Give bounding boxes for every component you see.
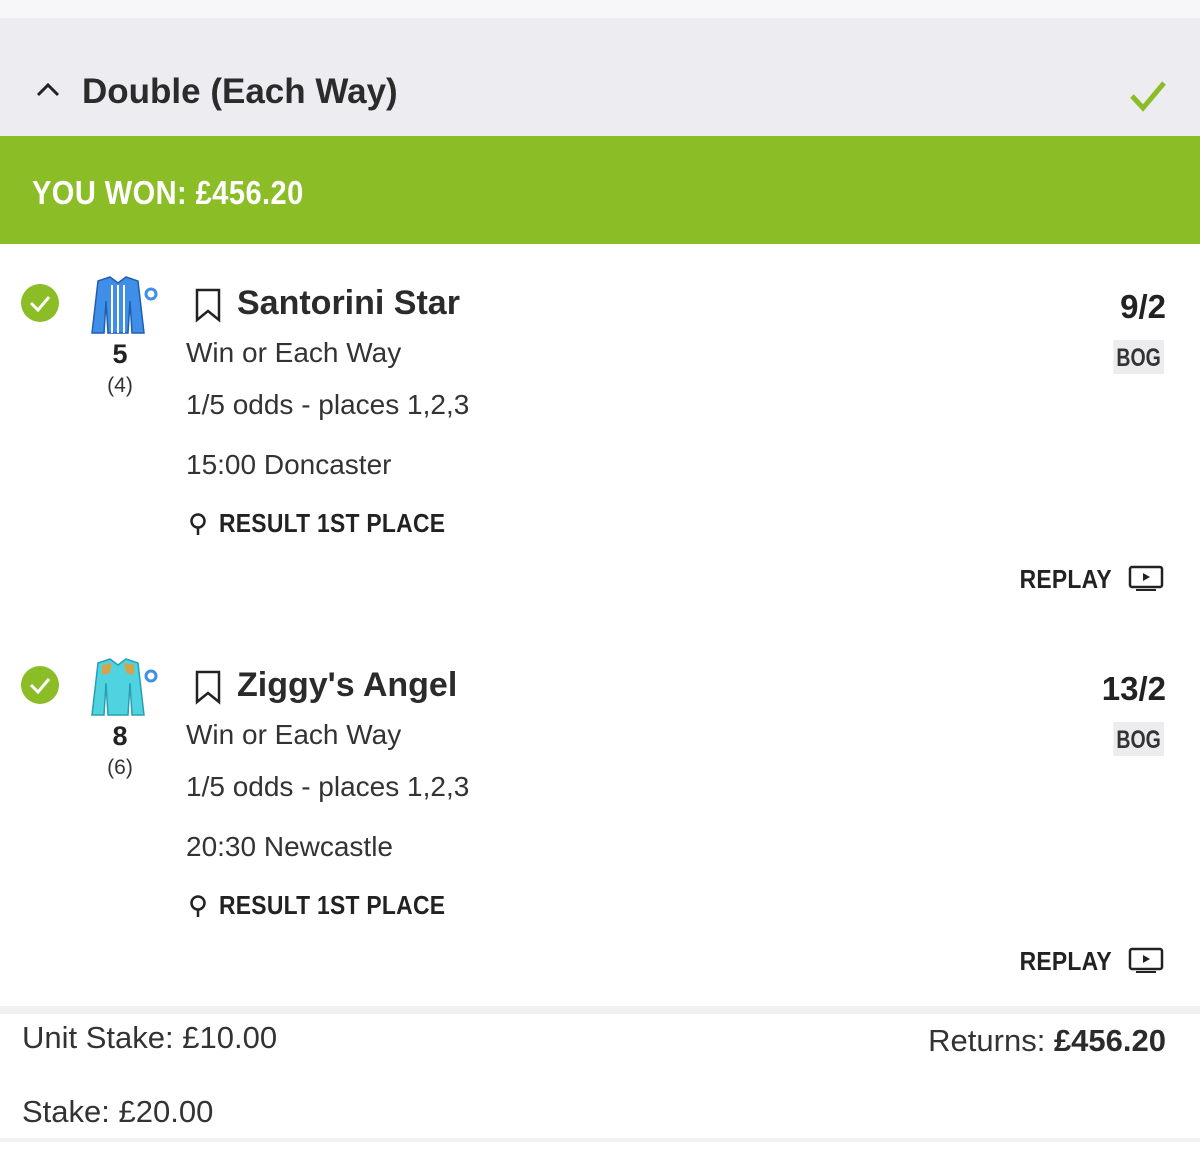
race-time-venue[interactable]: 15:00 Doncaster bbox=[186, 449, 391, 481]
location-pin-icon bbox=[190, 895, 206, 917]
top-strip bbox=[0, 0, 1200, 18]
bet-header[interactable]: Double (Each Way) bbox=[0, 18, 1200, 136]
total-stake: Stake: £20.00 bbox=[22, 1094, 214, 1129]
unit-stake: Unit Stake: £10.00 bbox=[22, 1020, 278, 1055]
check-circle-icon bbox=[21, 666, 59, 704]
result-status: RESULT 1ST PLACE bbox=[219, 508, 446, 538]
selection-1: 5 (4) Santorini Star Win or Each Way 1/5… bbox=[0, 244, 1200, 626]
video-replay-icon[interactable] bbox=[1128, 564, 1164, 592]
race-time-venue[interactable]: 20:30 Newcastle bbox=[186, 831, 393, 863]
chevron-up-icon[interactable] bbox=[34, 80, 62, 100]
returns-label: Returns: bbox=[928, 1023, 1054, 1058]
video-replay-icon[interactable] bbox=[1128, 946, 1164, 974]
bookmark-icon[interactable] bbox=[194, 669, 222, 705]
runner-name[interactable]: Ziggy's Angel bbox=[237, 666, 457, 705]
bet-type-title: Double (Each Way) bbox=[82, 72, 398, 111]
runner-name[interactable]: Santorini Star bbox=[237, 284, 460, 323]
jockey-silk-icon bbox=[91, 658, 158, 716]
bookmark-icon[interactable] bbox=[194, 287, 222, 323]
runner-draw: (4) bbox=[107, 374, 133, 397]
each-way-terms: 1/5 odds - places 1,2,3 bbox=[186, 771, 470, 802]
location-pin-icon bbox=[190, 513, 206, 535]
odds-price: 13/2 bbox=[1101, 670, 1166, 707]
result-status: RESULT 1ST PLACE bbox=[219, 890, 446, 920]
market-type: Win or Each Way bbox=[186, 337, 402, 368]
market-type: Win or Each Way bbox=[186, 719, 402, 750]
each-way-terms: 1/5 odds - places 1,2,3 bbox=[186, 389, 470, 420]
bog-badge: BOG bbox=[1113, 340, 1164, 374]
selection-2: 8 (6) Ziggy's Angel Win or Each Way 1/5 … bbox=[0, 626, 1200, 1008]
returns-value: £456.20 bbox=[1053, 1023, 1166, 1058]
divider bbox=[0, 1138, 1200, 1142]
runner-draw: (6) bbox=[107, 756, 133, 779]
won-amount: YOU WON: £456.20 bbox=[32, 174, 304, 211]
replay-button[interactable]: REPLAY bbox=[1020, 564, 1112, 595]
replay-button[interactable]: REPLAY bbox=[1020, 946, 1112, 977]
runner-number: 8 bbox=[112, 721, 128, 751]
returns-total: Returns: £456.20 bbox=[928, 1023, 1166, 1059]
check-circle-icon bbox=[21, 284, 59, 322]
jockey-silk-icon bbox=[91, 276, 158, 334]
check-icon bbox=[1130, 81, 1166, 112]
bog-badge: BOG bbox=[1113, 722, 1164, 756]
won-banner: YOU WON: £456.20 bbox=[0, 136, 1200, 244]
odds-price: 9/2 bbox=[1120, 288, 1166, 325]
divider bbox=[0, 1006, 1200, 1014]
runner-number: 5 bbox=[112, 339, 128, 369]
